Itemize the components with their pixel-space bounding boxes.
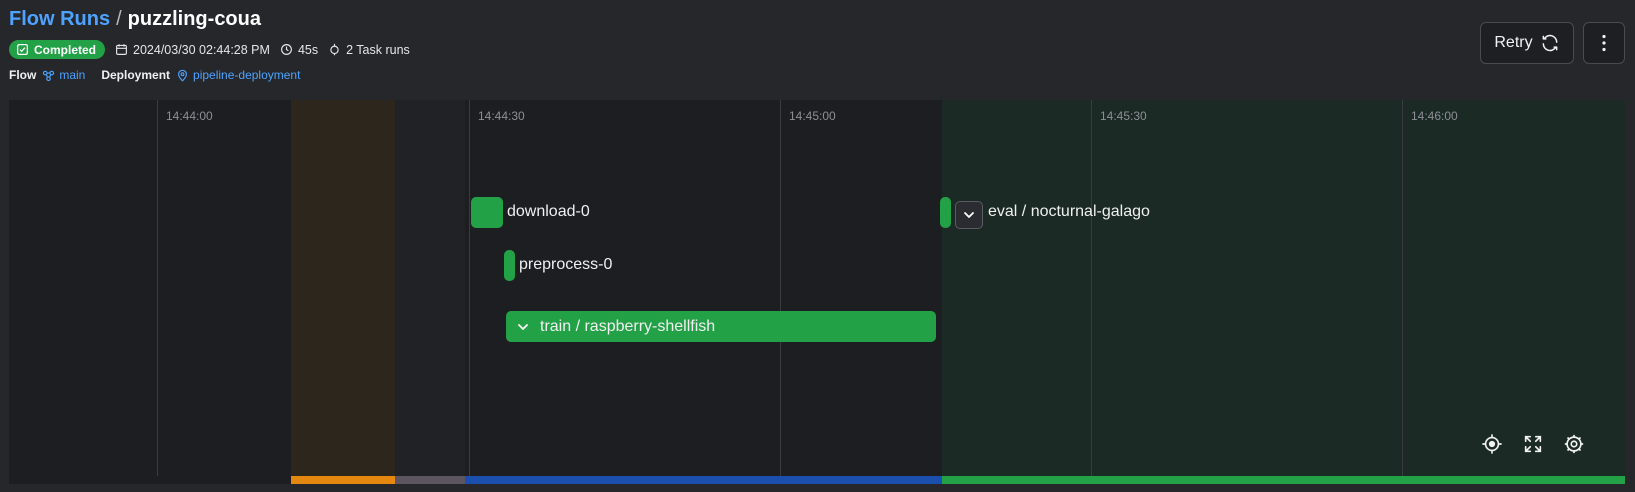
state-bar-completed (942, 476, 1625, 484)
breadcrumb-separator: / (116, 8, 122, 30)
state-bar-pending (291, 476, 395, 484)
fullscreen-icon (1524, 435, 1542, 453)
settings-icon (1564, 434, 1584, 454)
calendar-icon (116, 44, 127, 55)
task-runs-text: 2 Task runs (346, 42, 410, 57)
status-badge: Completed (9, 40, 106, 59)
breadcrumb-flow-runs[interactable]: Flow Runs (9, 8, 110, 30)
flow-run-timeline[interactable]: 14:44:00 14:44:30 14:45:00 14:45:30 14:4… (9, 100, 1625, 484)
chevron-down-icon[interactable] (516, 320, 530, 334)
status-label: Completed (34, 42, 97, 57)
deployment-link[interactable]: pipeline-deployment (176, 68, 300, 82)
time-tick: 14:45:30 (1100, 109, 1147, 123)
recenter-icon (1482, 434, 1502, 454)
download-label: download-0 (507, 203, 590, 220)
timestamp-text: 2024/03/30 02:44:28 PM (133, 42, 270, 57)
check-square-icon (16, 43, 29, 56)
refresh-icon (1542, 34, 1558, 52)
preprocess-node[interactable] (504, 250, 515, 281)
flow-name: main (59, 68, 86, 82)
time-tick: 14:46:00 (1411, 109, 1458, 123)
eval-expand-button[interactable] (955, 201, 983, 229)
gridline (1091, 100, 1092, 476)
deployment-label: Deployment (101, 68, 171, 82)
time-tick: 14:45:00 (789, 109, 836, 123)
gridline (469, 100, 470, 476)
retry-label: Retry (1494, 34, 1533, 51)
eval-label: eval / nocturnal-galago (988, 203, 1150, 220)
more-actions-button[interactable] (1583, 22, 1625, 64)
running-region (465, 100, 942, 476)
time-tick: 14:44:30 (478, 109, 525, 123)
gridline (157, 100, 158, 476)
more-vertical-icon (1602, 34, 1606, 52)
pending-region (291, 100, 395, 476)
task-runs-count: 2 Task runs (328, 43, 410, 57)
train-subflow-bar[interactable]: train / raspberry-shellfish (506, 311, 936, 342)
run-meta: Completed 2024/03/30 02:44:28 PM 45s 2 T… (9, 40, 410, 59)
map-pin-icon (178, 69, 188, 82)
gridline (1402, 100, 1403, 476)
flow-link[interactable]: main (42, 68, 85, 82)
duration-text: 45s (297, 42, 319, 57)
fullscreen-button[interactable] (1520, 431, 1546, 457)
eval-node[interactable] (940, 197, 951, 228)
state-bar-scheduled (395, 476, 465, 484)
page-header: Flow Runs / puzzling-coua (9, 6, 261, 32)
flow-icon (43, 70, 55, 81)
chevron-down-icon (964, 212, 974, 218)
gridline (780, 100, 781, 476)
task-run-icon (330, 43, 339, 56)
breadcrumb-current: puzzling-coua (127, 8, 261, 30)
run-start-time: 2024/03/30 02:44:28 PM (115, 43, 270, 57)
state-bar-running (465, 476, 942, 484)
preprocess-label: preprocess-0 (519, 256, 613, 273)
deployment-name: pipeline-deployment (193, 68, 301, 82)
flow-label: Flow (9, 68, 37, 82)
page-title: Flow Runs / puzzling-coua (9, 6, 261, 32)
time-tick: 14:44:00 (166, 109, 213, 123)
retry-button[interactable]: Retry (1480, 22, 1574, 64)
clock-icon (280, 44, 292, 55)
completed-region (942, 100, 1625, 476)
train-label: train / raspberry-shellfish (540, 317, 716, 335)
recenter-button[interactable] (1479, 431, 1505, 457)
run-duration: 45s (280, 43, 318, 57)
settings-button[interactable] (1561, 431, 1587, 457)
flow-deployment-row: Flow main Deployment pipeline-deployment (9, 68, 300, 82)
download-node[interactable] (471, 197, 503, 228)
scheduled-region (395, 100, 465, 476)
